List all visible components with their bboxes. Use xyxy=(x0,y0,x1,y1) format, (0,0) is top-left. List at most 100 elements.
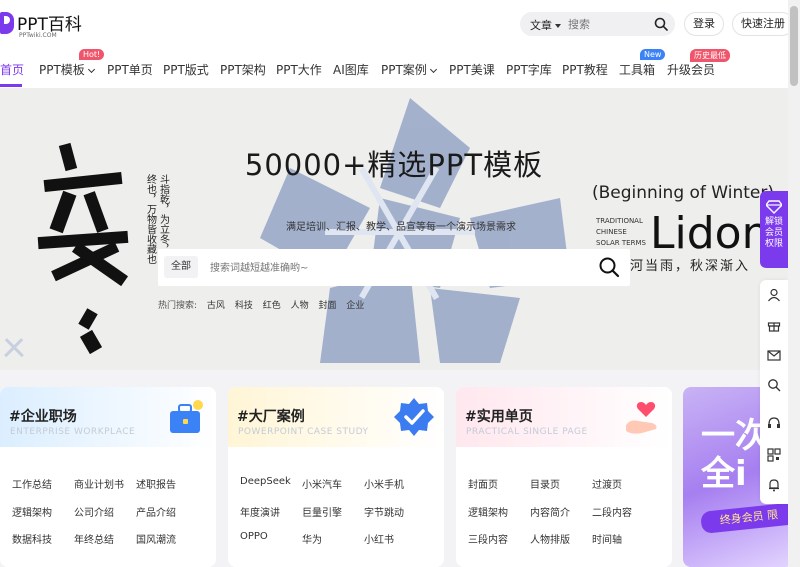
hero-search-input[interactable] xyxy=(210,259,570,277)
qrcode-icon[interactable] xyxy=(767,448,781,462)
nav-ppt-cases[interactable]: PPT案例 xyxy=(381,61,437,78)
card-link[interactable]: 人物排版 xyxy=(530,531,570,546)
hero-banner[interactable]: 斗指乾，为立冬，冬 终也，万物皆收藏也 (Beginning of Winter… xyxy=(0,88,788,370)
hot-search-label: 热门搜索: xyxy=(158,301,198,311)
nav-ai-gallery[interactable]: AI图库 xyxy=(333,61,369,78)
card-link[interactable]: DeepSeek xyxy=(240,476,291,487)
vip-unlock-button[interactable]: 解锁 会员 权限 xyxy=(760,191,788,268)
card-link[interactable]: 产品介绍 xyxy=(136,504,176,519)
nav-ppt-fonts[interactable]: PPT字库 xyxy=(506,61,552,78)
vip-line: 解锁 xyxy=(764,217,783,227)
hot-badge: Hot! xyxy=(79,49,105,60)
card-link[interactable]: 字节跳动 xyxy=(364,504,404,519)
login-button[interactable]: 登录 xyxy=(684,12,724,36)
search-icon[interactable] xyxy=(767,378,781,392)
card-link[interactable]: 华为 xyxy=(302,531,322,546)
vip-line: 会员 xyxy=(764,228,783,238)
snowflake-small-icon xyxy=(4,338,24,358)
logo-mark-icon xyxy=(0,12,14,34)
card-enterprise: #企业职场 ENTERPRISE WORKPLACE 工作总结 商业计划书 述职… xyxy=(0,387,216,567)
chevron-down-icon xyxy=(87,65,95,74)
card-title[interactable]: #实用单页 xyxy=(465,406,533,426)
card-link[interactable]: 逻辑架构 xyxy=(12,504,52,519)
search-icon[interactable] xyxy=(653,16,669,32)
card-subtitle-en: ENTERPRISE WORKPLACE xyxy=(10,427,136,437)
nav-ppt-tutorials[interactable]: PPT教程 xyxy=(562,61,608,78)
nav-ppt-layout[interactable]: PPT版式 xyxy=(163,61,209,78)
nav-ppt-templates-label: PPT模板 xyxy=(39,63,85,77)
search-icon[interactable] xyxy=(598,256,620,278)
card-link[interactable]: 封面页 xyxy=(468,476,498,491)
nav-ppt-templates[interactable]: PPT模板 xyxy=(39,61,95,78)
card-link[interactable]: 小米手机 xyxy=(364,476,404,491)
search-input[interactable] xyxy=(568,16,648,32)
card-link[interactable]: 二段内容 xyxy=(592,504,632,519)
card-link[interactable]: 述职报告 xyxy=(136,476,176,491)
bell-icon[interactable] xyxy=(767,478,781,492)
card-link[interactable]: 工作总结 xyxy=(12,476,52,491)
diamond-icon xyxy=(765,200,783,214)
register-button[interactable]: 快速注册 xyxy=(732,12,794,36)
heart-hand-icon xyxy=(626,402,657,434)
hero-title: 50000+精选PPT模板 xyxy=(244,148,544,182)
hot-tag[interactable]: 企业 xyxy=(346,301,364,311)
card-link[interactable]: 三段内容 xyxy=(468,531,508,546)
nav-ppt-cases-label: PPT案例 xyxy=(381,63,427,77)
hero-search-bar: 全部 xyxy=(158,249,630,286)
hero-en-line: (Beginning of Winter) xyxy=(592,183,774,203)
hero-search-category[interactable]: 全部 xyxy=(164,256,198,278)
card-title[interactable]: #企业职场 xyxy=(9,406,77,426)
nav-ppt-works[interactable]: PPT大作 xyxy=(276,61,322,78)
card-link[interactable]: OPPO xyxy=(240,531,268,542)
card-title[interactable]: #大厂案例 xyxy=(237,406,305,426)
side-toolbar xyxy=(760,280,788,504)
card-link[interactable]: 巨量引擎 xyxy=(302,504,342,519)
hero-lidong: Lidon xyxy=(650,208,769,259)
card-link[interactable]: 年度演讲 xyxy=(240,504,280,519)
card-link[interactable]: 国风潮流 xyxy=(136,531,176,546)
promo-headline: 一次 全i xyxy=(701,416,769,494)
user-icon[interactable] xyxy=(767,288,781,302)
hero-poem-col2: 终也，万物皆收藏也 xyxy=(145,173,157,264)
search-category-label: 文章 xyxy=(530,19,552,32)
page-scrollbar[interactable] xyxy=(788,0,800,567)
card-link[interactable]: 商业计划书 xyxy=(74,476,124,491)
card-link[interactable]: 年终总结 xyxy=(74,531,114,546)
card-link[interactable]: 过渡页 xyxy=(592,476,622,491)
card-single-page: #实用单页 PRACTICAL SINGLE PAGE 封面页 目录页 过渡页 … xyxy=(456,387,672,567)
hot-tag[interactable]: 古风 xyxy=(207,301,225,311)
caret-down-icon xyxy=(555,24,561,28)
scrollbar-thumb[interactable] xyxy=(790,6,798,86)
nav-toolbox[interactable]: 工具箱 xyxy=(619,61,655,78)
site-header: PPT百科 PPTwiki.COM 文章 登录 快速注册 首页 PPT模板 PP… xyxy=(0,0,800,88)
card-link[interactable]: 目录页 xyxy=(530,476,560,491)
header-search: 文章 xyxy=(520,12,675,36)
headset-icon[interactable] xyxy=(767,416,781,430)
verified-badge-icon xyxy=(394,398,434,436)
nav-ppt-courses[interactable]: PPT美课 xyxy=(449,61,495,78)
card-link[interactable]: 小米汽车 xyxy=(302,476,342,491)
nav-ppt-single[interactable]: PPT单页 xyxy=(107,61,153,78)
card-link[interactable]: 内容简介 xyxy=(530,504,570,519)
vip-line: 权限 xyxy=(764,239,783,249)
card-link[interactable]: 小红书 xyxy=(364,531,394,546)
price-badge: 历史最低 xyxy=(690,49,730,62)
nav-upgrade-vip[interactable]: 升级会员 xyxy=(667,61,715,78)
hot-tag[interactable]: 人物 xyxy=(291,301,309,311)
gift-icon[interactable] xyxy=(767,318,781,332)
nav-home[interactable]: 首页 xyxy=(0,61,24,78)
chevron-down-icon xyxy=(429,65,437,74)
card-link[interactable]: 时间轴 xyxy=(592,531,622,546)
logo-domain: PPTwiki.COM xyxy=(19,32,57,39)
card-link[interactable]: 逻辑架构 xyxy=(468,504,508,519)
nav-ppt-structure[interactable]: PPT架构 xyxy=(220,61,266,78)
card-link[interactable]: 公司介绍 xyxy=(74,504,114,519)
briefcase-icon xyxy=(170,400,203,433)
hot-tag[interactable]: 红色 xyxy=(263,301,281,311)
hot-tag[interactable]: 封面 xyxy=(318,301,336,311)
card-link[interactable]: 数据科技 xyxy=(12,531,52,546)
mail-icon[interactable] xyxy=(767,348,781,362)
hot-tag[interactable]: 科技 xyxy=(235,301,253,311)
card-subtitle-en: POWERPOINT CASE STUDY xyxy=(238,427,369,437)
search-category-select[interactable]: 文章 xyxy=(530,17,561,33)
